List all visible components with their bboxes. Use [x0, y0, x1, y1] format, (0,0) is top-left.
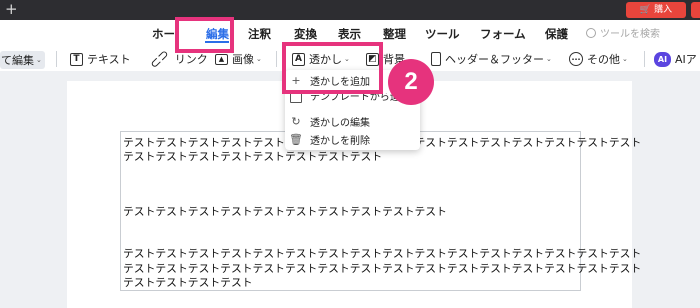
title-bar: + 🛒 購入	[0, 0, 700, 20]
text-tool-label: テキスト	[87, 53, 131, 66]
image-icon: ▲	[215, 53, 228, 65]
edit-watermark-item[interactable]: ↻ 透かしの編集	[290, 114, 370, 129]
tab-home[interactable]: ホー	[152, 26, 175, 42]
document-text-line: テストテストテストテストテストテストテストテストテストテストテストテストテストテ…	[123, 262, 642, 275]
search-input[interactable]: ツールを検索	[586, 25, 660, 40]
ai-assistant-button[interactable]: AI AIア	[654, 51, 697, 67]
document-text-line: テストテストテストテストテストテストテストテストテストテスト	[123, 205, 447, 218]
more-icon: ···	[569, 52, 583, 66]
edit-tab-highlight	[175, 17, 234, 53]
tab-tools[interactable]: ツール	[425, 26, 460, 42]
add-watermark-highlight	[282, 42, 383, 94]
more-button[interactable]: ··· その他 ⌄	[569, 51, 628, 67]
edit-all-button[interactable]: て編集 ⌄	[0, 51, 45, 69]
document-text-line: テストテストテストテスト	[123, 276, 253, 289]
link-tool-label: リンク	[174, 53, 208, 66]
chevron-down-icon: ⌄	[36, 56, 42, 64]
link-tool-button[interactable]: ⊂⊃ リンク	[147, 46, 208, 72]
text-tool-button[interactable]: T テキスト	[70, 51, 131, 67]
toolbar-divider	[56, 51, 57, 67]
tab-form[interactable]: フォーム	[480, 26, 526, 42]
buy-label: 購入	[654, 5, 673, 15]
image-tool-button[interactable]: ▲ 画像 ⌄	[215, 51, 262, 67]
more-label: その他	[587, 53, 620, 66]
tab-convert[interactable]: 変換	[294, 26, 317, 42]
search-icon	[586, 28, 596, 38]
header-footer-label: ヘッダー＆フッター	[445, 53, 544, 66]
header-footer-button[interactable]: ヘッダー＆フッター ⌄	[431, 51, 552, 67]
tab-organize[interactable]: 整理	[383, 26, 406, 42]
document-text-line: テストテストテストテストテストテストテストテスト	[123, 150, 383, 163]
tab-annotate[interactable]: 注釈	[248, 26, 271, 42]
text-icon: T	[70, 52, 83, 66]
chevron-down-icon: ⌄	[546, 55, 552, 63]
cart-icon: 🛒	[639, 5, 652, 15]
ai-icon: AI	[654, 51, 671, 67]
chevron-down-icon: ⌄	[622, 55, 628, 63]
window-edge-button	[691, 2, 700, 18]
template-icon	[290, 93, 302, 103]
refresh-icon: ↻	[291, 115, 301, 128]
delete-watermark-item[interactable]: 🗑 透かしを削除	[289, 132, 370, 147]
image-tool-label: 画像	[232, 53, 254, 66]
buy-button[interactable]: 🛒 購入	[626, 2, 686, 18]
search-placeholder: ツールを検索	[600, 29, 660, 40]
header-footer-icon	[431, 52, 441, 66]
delete-watermark-label: 透かしを削除	[310, 136, 370, 147]
edit-all-label: て編集	[1, 54, 34, 67]
chevron-down-icon: ⌄	[256, 55, 262, 63]
ai-label: AIア	[675, 53, 697, 66]
tab-view[interactable]: 表示	[338, 26, 361, 42]
trash-icon: 🗑	[289, 133, 303, 146]
tab-protect[interactable]: 保護	[545, 26, 568, 42]
edit-watermark-label: 透かしの編集	[310, 118, 370, 129]
toolbar-divider	[644, 51, 645, 67]
document-text-line: テストテストテストテストテストテストテストテストテストテストテストテストテストテ…	[123, 247, 642, 260]
plus-icon[interactable]: +	[5, 0, 18, 19]
step-badge: 2	[388, 59, 434, 105]
toolbar-divider	[276, 51, 277, 67]
